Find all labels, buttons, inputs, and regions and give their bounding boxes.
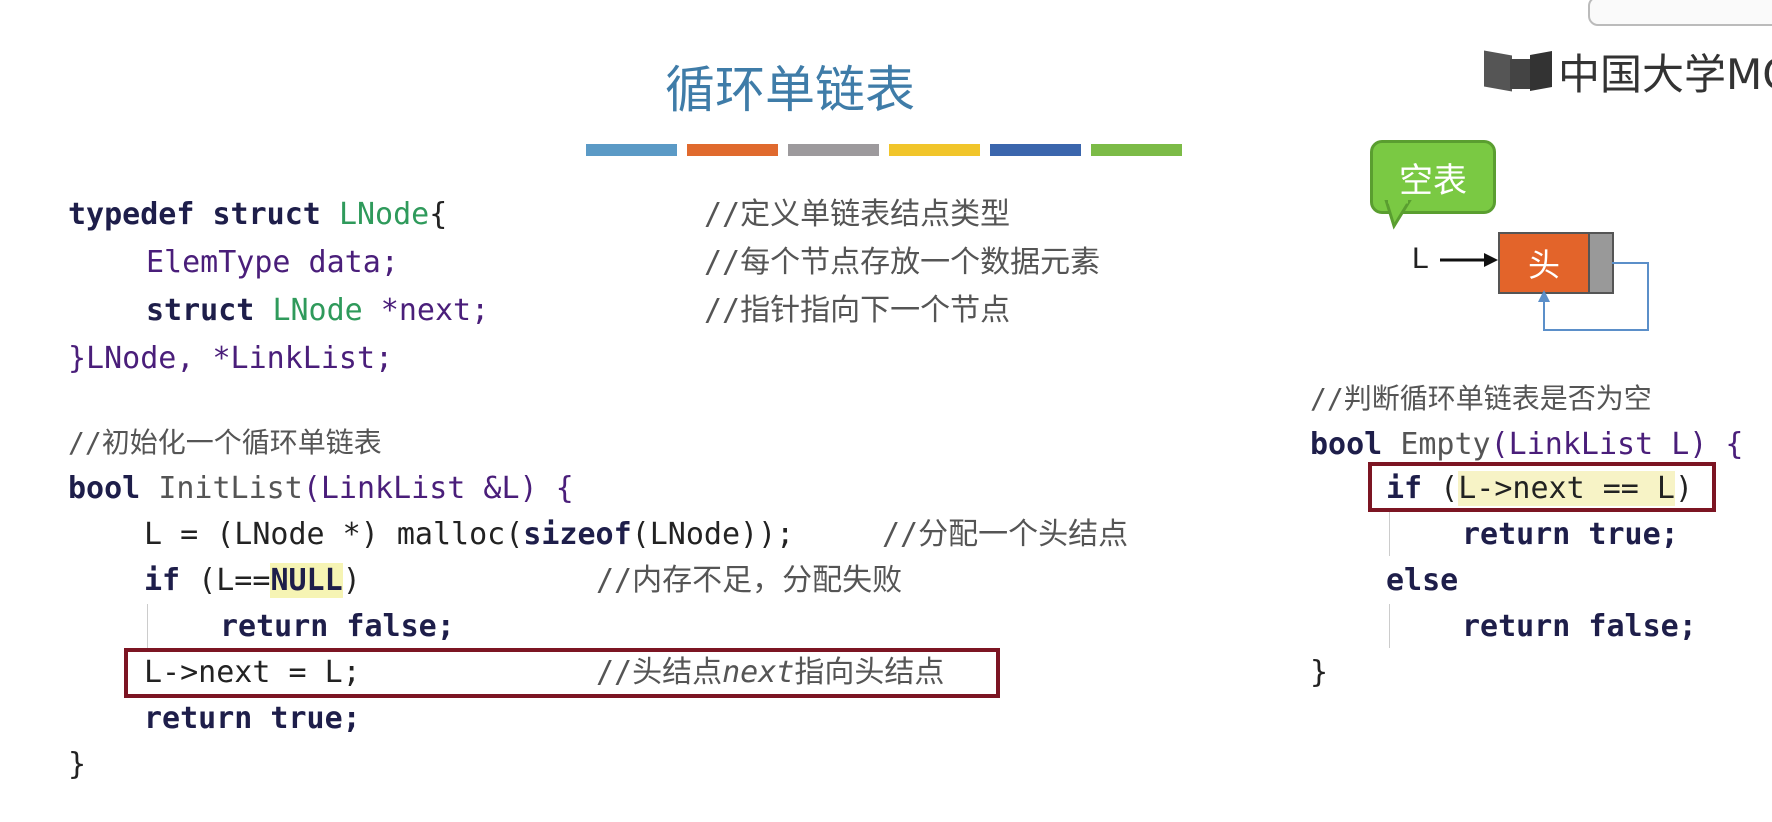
comment-malloc: //分配一个头结点 xyxy=(882,517,1129,552)
color-bar xyxy=(889,144,980,156)
code-line-initlist-signature: bool InitList(LinkList &L) { xyxy=(68,471,574,506)
color-bar xyxy=(1091,144,1182,156)
code-line-struct-close: }LNode, *LinkList; xyxy=(68,341,394,376)
logo-text: 中国大学MC xyxy=(1558,49,1772,99)
window-tab-fragment xyxy=(1588,0,1772,26)
title-color-bars xyxy=(586,144,1182,156)
indent-guide xyxy=(1389,512,1390,556)
color-bar xyxy=(687,144,778,156)
color-bar xyxy=(586,144,677,156)
bubble-tail xyxy=(1384,200,1412,230)
color-bar xyxy=(788,144,879,156)
code-line-return-false-right: return false; xyxy=(1462,609,1697,644)
pointer-label-L: L xyxy=(1412,242,1429,275)
comment-next-field: //指针指向下一个节点 xyxy=(704,293,1011,328)
indent-guide xyxy=(147,604,148,648)
indent-guide xyxy=(1389,604,1390,648)
comment-data-field: //每个节点存放一个数据元素 xyxy=(704,245,1101,280)
color-bar xyxy=(990,144,1081,156)
comment-if-null: //内存不足，分配失败 xyxy=(596,563,903,598)
code-line-return-true-right: return true; xyxy=(1462,517,1679,552)
code-line-return-false: return false; xyxy=(220,609,455,644)
comment-empty-header: //判断循环单链表是否为空 xyxy=(1310,382,1652,415)
comment-initlist-header: //初始化一个循环单链表 xyxy=(68,426,382,459)
code-line-typedef: typedef struct LNode{ xyxy=(68,197,448,232)
comment-define-node: //定义单链表结点类型 xyxy=(704,197,1011,232)
code-line-empty-close: } xyxy=(1310,655,1329,690)
code-line-next-self: L->next = L; xyxy=(144,655,361,690)
comment-next-self: //头结点next指向头结点 xyxy=(596,655,945,690)
self-loop-arrow-icon xyxy=(1538,262,1649,331)
code-line-data-field: ElemType data; xyxy=(146,245,399,280)
code-line-else: else xyxy=(1386,563,1459,598)
arrow-icon xyxy=(1440,253,1498,267)
page-title: 循环单链表 xyxy=(665,61,915,119)
code-line-if-null: if (L==NULL) xyxy=(144,563,361,598)
code-line-return-true: return true; xyxy=(144,701,361,736)
code-line-initlist-close: } xyxy=(68,747,87,782)
code-line-if-empty: if (L->next == L) xyxy=(1386,471,1694,506)
code-line-malloc: L = (LNode *) malloc(sizeof(LNode)); xyxy=(144,517,795,552)
code-line-next-field: struct LNode *next; xyxy=(146,293,490,328)
